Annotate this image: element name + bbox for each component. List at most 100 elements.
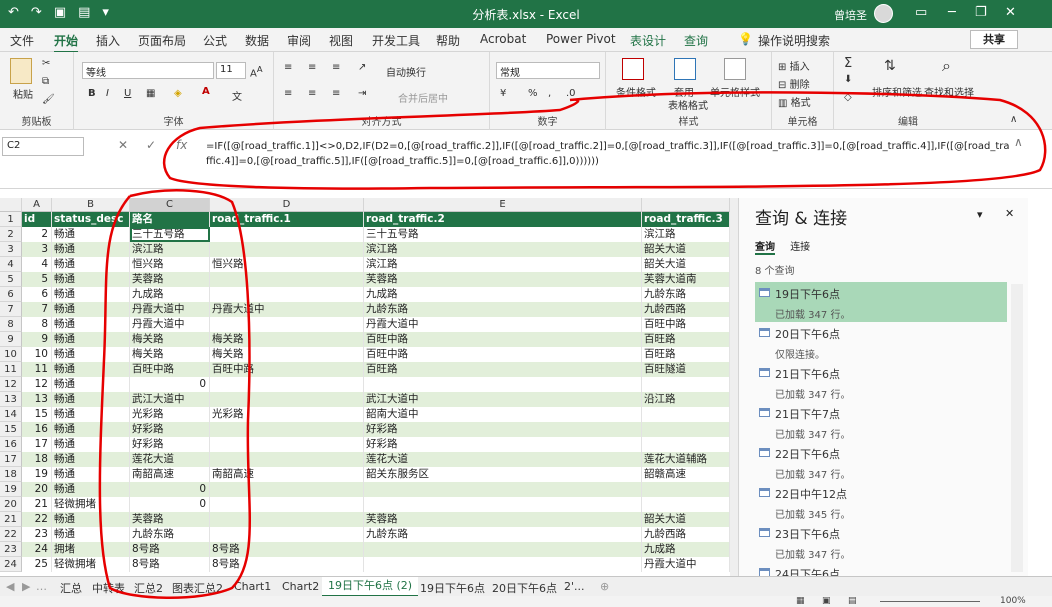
borders-icon[interactable]: ▦	[146, 88, 155, 99]
indent-icon[interactable]: ⇥	[358, 88, 366, 99]
zoom-level[interactable]: 100%	[1000, 596, 1026, 606]
table-cell[interactable]: 九龄东路	[364, 527, 642, 542]
row-header[interactable]: 6	[0, 287, 22, 302]
row-header[interactable]: 12	[0, 377, 22, 392]
table-cell[interactable]	[210, 392, 364, 407]
table-cell[interactable]	[210, 287, 364, 302]
tab-query[interactable]: 查询	[684, 32, 708, 49]
conditional-format-icon[interactable]	[622, 58, 644, 80]
table-cell[interactable]	[210, 482, 364, 497]
row-header[interactable]: 10	[0, 347, 22, 362]
road-name-cell[interactable]: 8号路	[130, 557, 210, 572]
align-center-icon[interactable]: ≡	[308, 88, 316, 99]
close-icon[interactable]: ✕	[1005, 5, 1016, 20]
table-cell[interactable]: 滨江路	[642, 227, 730, 242]
road-name-cell[interactable]: 8号路	[130, 542, 210, 557]
road-name-cell[interactable]: 丹霞大道中	[130, 302, 210, 317]
orientation-icon[interactable]: ↗	[358, 62, 366, 73]
query-item[interactable]: 20日下午6点 仅限连接。	[755, 322, 1007, 362]
sort-filter-icon[interactable]: ⇅	[884, 58, 896, 74]
table-cell[interactable]: 光彩路	[210, 407, 364, 422]
add-sheet-icon[interactable]: ⊕	[600, 580, 609, 593]
tab-queries[interactable]: 查询	[755, 242, 775, 255]
table-cell[interactable]: 韶关大道	[642, 242, 730, 257]
table-cell[interactable]: 武江大道中	[364, 392, 642, 407]
table-cell[interactable]: 21	[22, 497, 52, 512]
row-header[interactable]: 23	[0, 542, 22, 557]
row-header[interactable]: 14	[0, 407, 22, 422]
sheet-nav-next-icon[interactable]: ▶	[22, 580, 30, 593]
insert-cells-button[interactable]: ⊞ 插入	[778, 58, 810, 73]
table-cell[interactable]: 百旺路	[642, 332, 730, 347]
italic-button[interactable]: I	[106, 88, 109, 99]
table-cell[interactable]: 畅通	[52, 332, 130, 347]
row-header[interactable]: 9	[0, 332, 22, 347]
row-header[interactable]: 16	[0, 437, 22, 452]
table-cell[interactable]: 九龄西路	[642, 302, 730, 317]
table-cell[interactable]: 22	[22, 512, 52, 527]
align-right-icon[interactable]: ≡	[332, 88, 340, 99]
underline-button[interactable]: U	[124, 88, 131, 99]
select-all-corner[interactable]	[0, 198, 22, 212]
row-header[interactable]: 18	[0, 467, 22, 482]
table-cell[interactable]: 百旺中路	[364, 347, 642, 362]
delete-cells-button[interactable]: ⊟ 删除	[778, 76, 810, 91]
align-top-icon[interactable]: ≡	[284, 62, 292, 73]
table-cell[interactable]	[642, 497, 730, 512]
table-header-cell[interactable]: road_traffic.3	[642, 212, 730, 227]
table-cell[interactable]	[642, 422, 730, 437]
table-cell[interactable]: 轻微拥堵	[52, 497, 130, 512]
table-cell[interactable]	[642, 377, 730, 392]
table-cell[interactable]: 九龄东路	[364, 302, 642, 317]
table-cell[interactable]	[642, 437, 730, 452]
table-cell[interactable]: 15	[22, 407, 52, 422]
road-name-cell[interactable]: 滨江路	[130, 242, 210, 257]
align-middle-icon[interactable]: ≡	[308, 62, 316, 73]
table-header-cell[interactable]: id	[22, 212, 52, 227]
tab-table-design[interactable]: 表设计	[630, 32, 666, 49]
table-cell[interactable]	[642, 407, 730, 422]
road-name-cell[interactable]: 光彩路	[130, 407, 210, 422]
table-cell[interactable]	[364, 542, 642, 557]
phonetic-icon[interactable]: 文	[232, 88, 242, 103]
table-cell[interactable]: 畅通	[52, 467, 130, 482]
cell-style-button[interactable]: 单元格样式	[710, 84, 760, 99]
table-cell[interactable]: 梅关路	[210, 347, 364, 362]
ribbon-display-icon[interactable]: ▭	[915, 5, 927, 20]
table-cell[interactable]: 梅关路	[210, 332, 364, 347]
row-header[interactable]: 17	[0, 452, 22, 467]
table-cell[interactable]	[364, 377, 642, 392]
table-cell[interactable]: 畅通	[52, 317, 130, 332]
conditional-format-button[interactable]: 条件格式	[616, 84, 656, 99]
query-item[interactable]: 22日中午12点 已加载 345 行。	[755, 482, 1007, 522]
road-name-cell[interactable]: 0	[130, 482, 210, 497]
collapse-ribbon-icon[interactable]: ∧	[1010, 114, 1017, 125]
merge-center-button[interactable]: 合并后居中	[398, 90, 448, 105]
row-header[interactable]: 4	[0, 257, 22, 272]
row-header[interactable]: 21	[0, 512, 22, 527]
query-item[interactable]: 23日下午6点 已加载 347 行。	[755, 522, 1007, 562]
copy-icon[interactable]: ⧉	[42, 76, 49, 87]
road-name-cell[interactable]: 恒兴路	[130, 257, 210, 272]
tab-data[interactable]: 数据	[245, 32, 269, 49]
autosum-icon[interactable]: Σ	[844, 56, 852, 71]
sheet-tab[interactable]: 汇总2	[134, 580, 163, 596]
column-header-b[interactable]: B	[52, 198, 130, 212]
table-cell[interactable]: 2	[22, 227, 52, 242]
table-cell[interactable]: 百旺隧道	[642, 362, 730, 377]
table-cell[interactable]: 芙蓉路	[364, 272, 642, 287]
vertical-scrollbar[interactable]	[730, 198, 738, 576]
table-cell[interactable]	[210, 272, 364, 287]
road-name-cell[interactable]: 百旺中路	[130, 362, 210, 377]
table-cell[interactable]: 畅通	[52, 407, 130, 422]
column-header-a[interactable]: A	[22, 198, 52, 212]
minimize-icon[interactable]: ─	[948, 5, 956, 20]
table-cell[interactable]: 滨江路	[364, 242, 642, 257]
zoom-slider[interactable]	[880, 601, 980, 602]
tab-developer[interactable]: 开发工具	[372, 32, 420, 49]
table-cell[interactable]: 好彩路	[364, 437, 642, 452]
table-cell[interactable]: 8	[22, 317, 52, 332]
table-cell[interactable]: 百旺中路	[642, 317, 730, 332]
row-header[interactable]: 15	[0, 422, 22, 437]
row-header[interactable]: 19	[0, 482, 22, 497]
